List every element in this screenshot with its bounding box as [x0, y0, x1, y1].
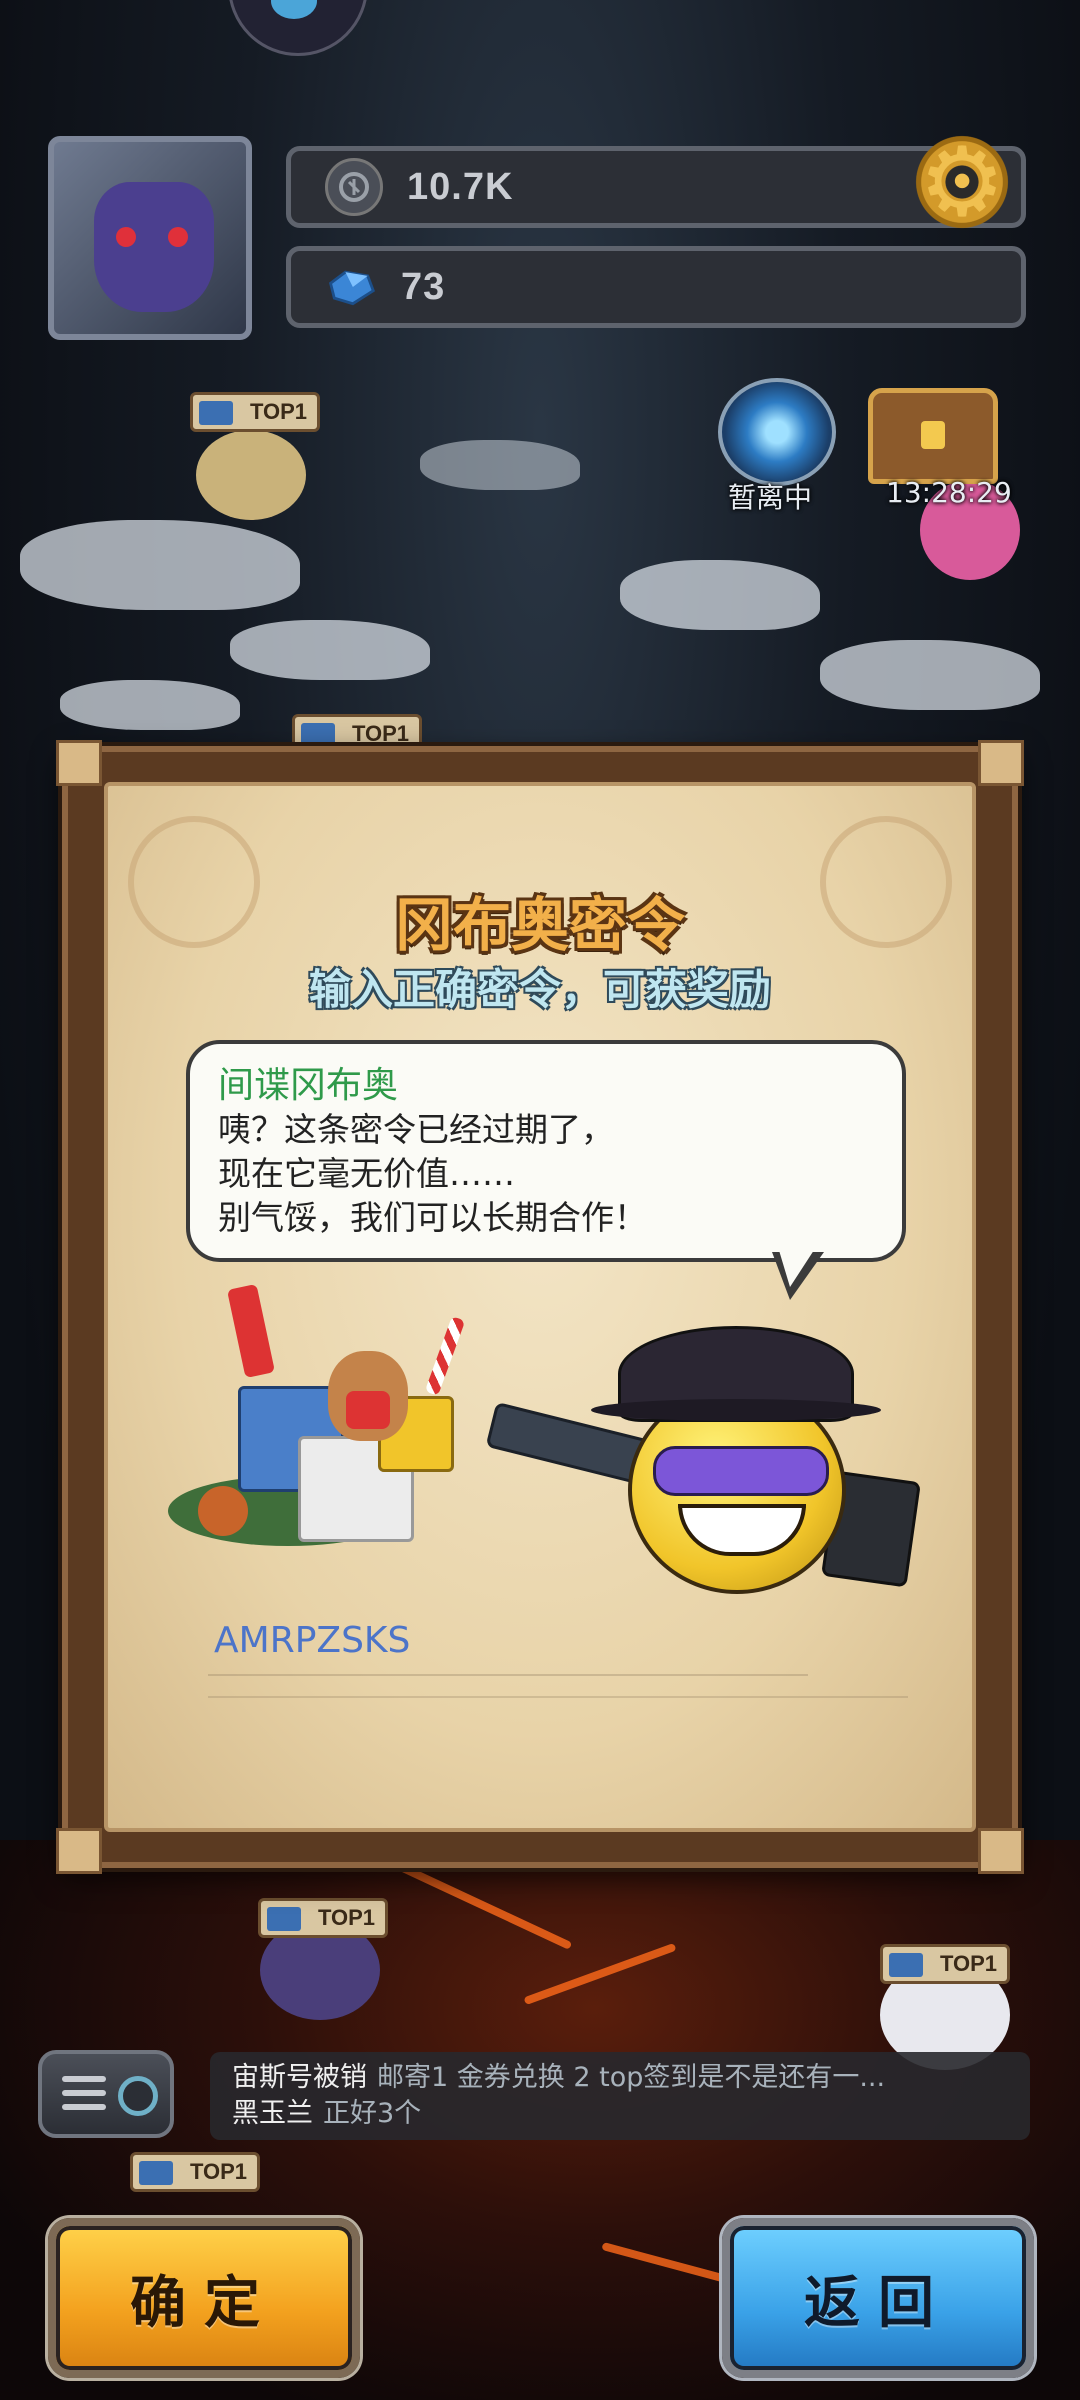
speaker-name: 间谍冈布奥 — [218, 1065, 399, 1106]
lava-crack — [387, 1858, 573, 1950]
back-label: 返回 — [804, 2270, 952, 2336]
frame-corner — [978, 740, 1024, 786]
gem-icon — [325, 261, 377, 313]
treasure-chest-icon[interactable] — [868, 388, 998, 484]
back-button[interactable]: 返回 — [722, 2218, 1034, 2378]
secret-code-input[interactable] — [208, 1606, 808, 1676]
top1-flag: TOP1 — [130, 2152, 260, 2192]
dialog-subtitle: 输入正确密令，可获奖励 — [308, 965, 771, 1014]
currency-value: 10.7K — [407, 165, 514, 208]
chat-preview[interactable]: 宙斯号被销 邮寄1 金券兑换 2 top签到是不是还有一... 黑玉兰 正好3个 — [210, 2052, 1030, 2140]
chat-text: 正好3个 — [323, 2098, 422, 2129]
ornament-ball — [198, 1486, 248, 1536]
spy-goggles — [653, 1446, 829, 1496]
gem-value: 73 — [401, 265, 446, 308]
top1-flag: TOP1 — [258, 1898, 388, 1938]
player-avatar[interactable] — [48, 136, 252, 340]
bubble-line: 别气馁，我们可以长期合作！ — [218, 1198, 647, 1237]
top1-flag: TOP1 — [880, 1944, 1010, 1984]
lava-crack — [523, 1942, 677, 2006]
radio-knob-icon — [118, 2076, 158, 2116]
firework-rocket — [226, 1283, 276, 1379]
gem-bar[interactable]: 73 — [286, 246, 1026, 328]
robot-portrait — [94, 182, 214, 312]
snow-ledge — [60, 680, 240, 730]
frame-corner — [56, 740, 102, 786]
bubble-line: 现在它毫无价值…… — [218, 1154, 515, 1193]
lava-crack — [601, 2242, 739, 2286]
bubble-tail — [772, 1247, 824, 1300]
gear-icon[interactable]: ⚙ — [910, 130, 1014, 234]
chat-user: 宙斯号被销 — [232, 2062, 367, 2093]
top1-flag: TOP1 — [190, 392, 320, 432]
snow-ledge — [20, 520, 300, 610]
chat-menu-button[interactable] — [38, 2050, 174, 2138]
fish-icon — [271, 0, 317, 19]
speech-bubble: 间谍冈布奥 咦？这条密令已经过期了， 现在它毫无价值…… 别气馁，我们可以长期合… — [186, 1040, 906, 1262]
menu-lines-icon — [62, 2076, 106, 2082]
portal-icon[interactable] — [718, 378, 836, 486]
chat-text: 邮寄1 金券兑换 2 top签到是不是还有一... — [377, 2062, 886, 2093]
map-monster[interactable] — [196, 430, 306, 520]
portal-status-label: 暂离中 — [728, 481, 813, 514]
chat-message: 宙斯号被销 邮寄1 金券兑换 2 top签到是不是还有一... — [232, 2060, 1008, 2096]
secret-code-dialog: 冈布奥密令 输入正确密令，可获奖励 间谍冈布奥 咦？这条密令已经过期了， 现在它… — [56, 740, 1024, 1874]
candy-cane — [424, 1316, 466, 1396]
confirm-button[interactable]: 确定 — [48, 2218, 360, 2378]
chat-message: 黑玉兰 正好3个 — [232, 2096, 1008, 2132]
frame-corner — [56, 1828, 102, 1874]
fedora-hat — [591, 1326, 881, 1422]
chat-user: 黑玉兰 — [232, 2098, 313, 2129]
dialog-title: 冈布奥密令 — [394, 891, 685, 959]
frame-corner — [978, 1828, 1024, 1874]
snow-ledge — [820, 640, 1040, 710]
confirm-label: 确定 — [130, 2270, 278, 2336]
snow-ledge — [230, 620, 430, 680]
coin-icon — [325, 158, 383, 216]
snow-ledge — [620, 560, 820, 630]
teddy-bear — [328, 1351, 408, 1441]
dialog-paper: 冈布奥密令 输入正确密令，可获奖励 间谍冈布奥 咦？这条密令已经过期了， 现在它… — [104, 782, 976, 1832]
snow-ledge — [420, 440, 580, 490]
input-underline — [208, 1696, 908, 1698]
chest-timer: 13:28:29 — [886, 476, 1012, 509]
bubble-line: 咦？这条密令已经过期了， — [218, 1110, 614, 1149]
